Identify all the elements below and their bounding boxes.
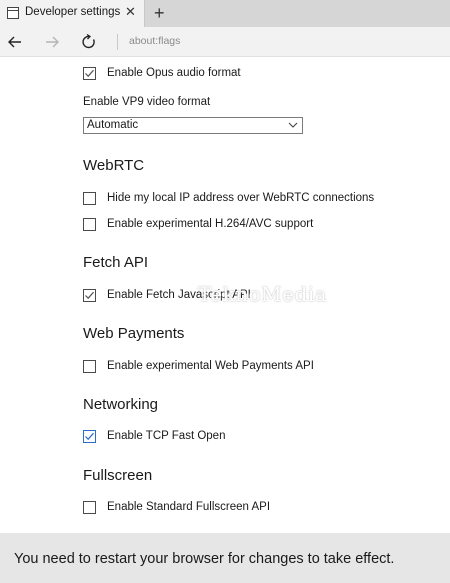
- tab-strip: Developer settings ✕ +: [0, 0, 450, 27]
- checkmark-icon: [85, 432, 94, 440]
- flag-opus: Enable Opus audio format: [83, 65, 241, 81]
- back-arrow-icon[interactable]: [6, 33, 24, 51]
- fetch-checkbox[interactable]: [83, 288, 96, 302]
- vp9-select[interactable]: Automatic: [83, 117, 303, 134]
- navigation-bar: about:flags: [0, 27, 450, 57]
- flag-web-payments: Enable experimental Web Payments API: [83, 358, 314, 374]
- forward-arrow-icon[interactable]: [43, 33, 61, 51]
- fullscreen-checkbox[interactable]: [83, 500, 96, 514]
- vp9-label: Enable VP9 video format: [83, 96, 211, 108]
- section-heading-fetch: Fetch API: [83, 254, 149, 271]
- section-heading-payments: Web Payments: [83, 325, 185, 342]
- vp9-selected-value: Automatic: [87, 119, 139, 131]
- section-heading-webrtc: WebRTC: [83, 157, 145, 174]
- address-bar[interactable]: about:flags: [129, 35, 180, 47]
- restart-banner: You need to restart your browser for cha…: [0, 533, 450, 583]
- close-icon[interactable]: ✕: [125, 5, 136, 19]
- flag-h264: Enable experimental H.264/AVC support: [83, 216, 313, 232]
- checkmark-icon: [85, 69, 94, 77]
- opus-label: Enable Opus audio format: [107, 67, 241, 79]
- web-payments-label: Enable experimental Web Payments API: [107, 360, 314, 372]
- tcp-fast-open-label: Enable TCP Fast Open: [107, 430, 226, 442]
- tab-title: Developer settings: [25, 6, 121, 18]
- section-heading-networking: Networking: [83, 396, 159, 413]
- web-payments-checkbox[interactable]: [83, 359, 96, 373]
- hide-local-ip-label: Hide my local IP address over WebRTC con…: [107, 192, 375, 204]
- flag-hide-local-ip: Hide my local IP address over WebRTC con…: [83, 190, 374, 206]
- section-heading-fullscreen: Fullscreen: [83, 467, 153, 484]
- flag-fullscreen: Enable Standard Fullscreen API: [83, 499, 270, 515]
- watermark-logo: TeknoMedia: [198, 282, 328, 306]
- new-tab-button[interactable]: +: [154, 3, 165, 23]
- checkmark-icon: [85, 291, 94, 299]
- h264-label: Enable experimental H.264/AVC support: [107, 218, 314, 230]
- opus-checkbox[interactable]: [83, 66, 96, 80]
- nav-separator: [117, 34, 118, 50]
- h264-checkbox[interactable]: [83, 217, 96, 231]
- tab-developer-settings[interactable]: Developer settings ✕: [0, 0, 145, 27]
- fullscreen-label: Enable Standard Fullscreen API: [107, 501, 271, 513]
- flag-tcp-fast-open: Enable TCP Fast Open: [83, 428, 225, 444]
- restart-message: You need to restart your browser for cha…: [14, 551, 395, 567]
- chevron-down-icon: [288, 122, 298, 128]
- tcp-fast-open-checkbox[interactable]: [83, 429, 96, 443]
- hide-local-ip-checkbox[interactable]: [83, 191, 96, 205]
- refresh-icon[interactable]: [80, 33, 98, 51]
- page-icon: [7, 7, 19, 19]
